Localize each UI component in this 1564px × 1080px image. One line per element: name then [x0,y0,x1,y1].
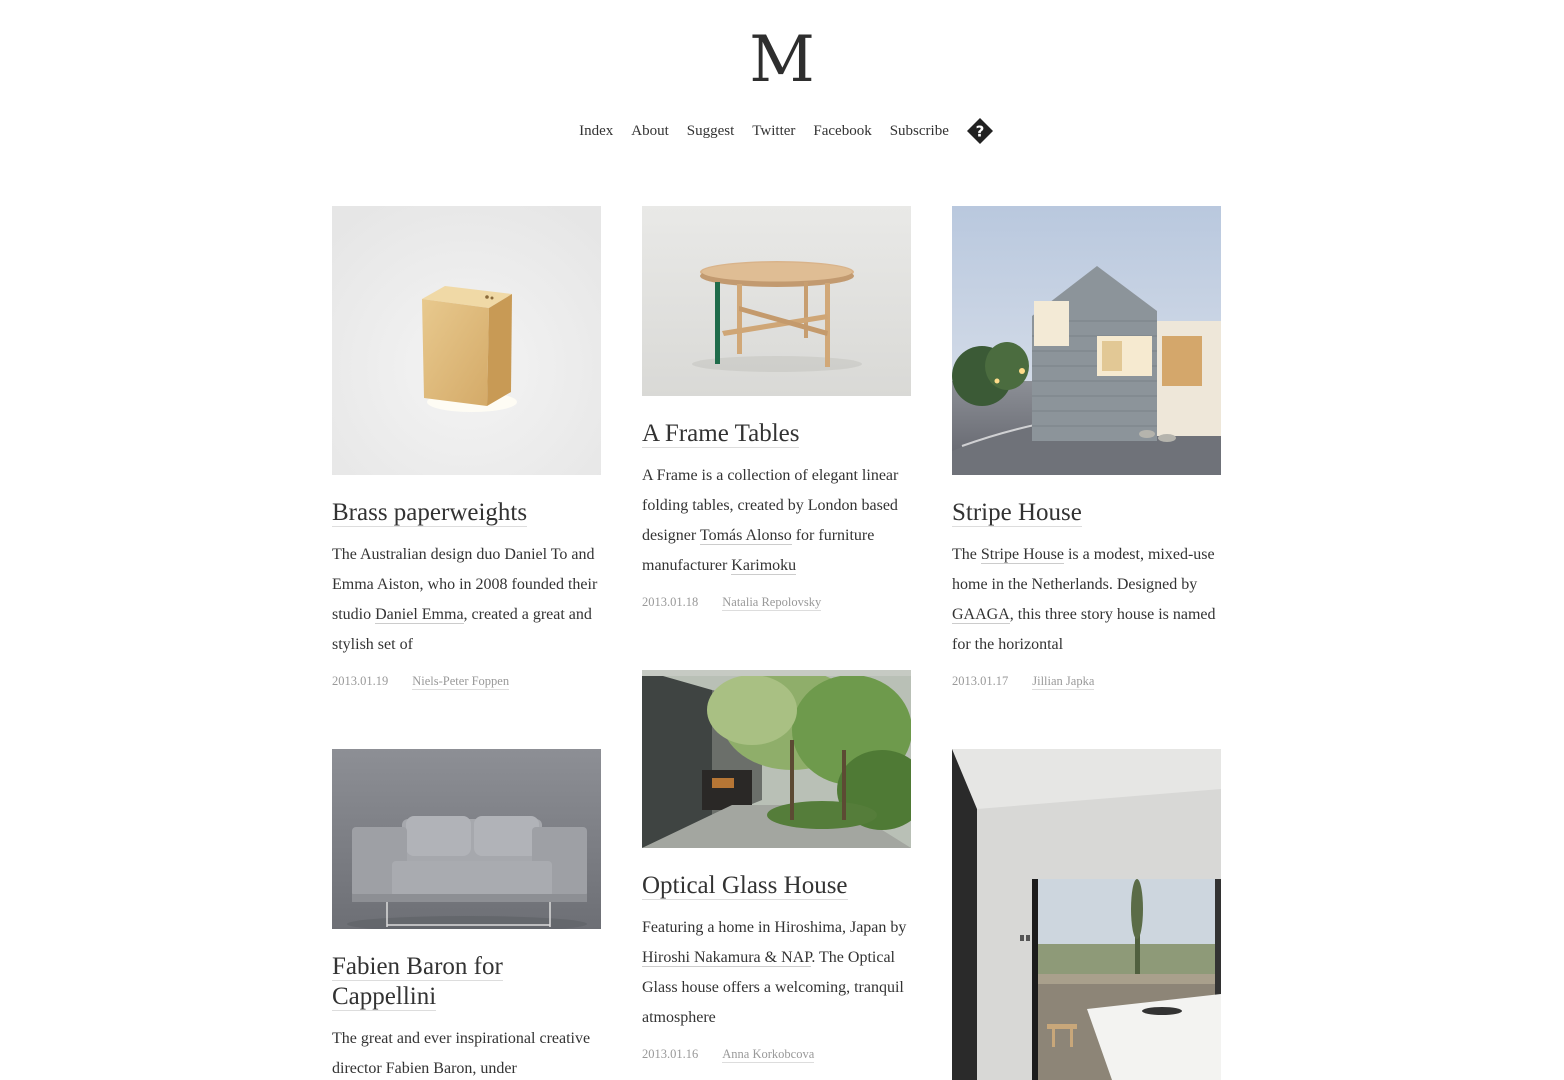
post-date: 2013.01.17 [952,674,1009,688]
post-meta: 2013.01.17 Jillian Japka [952,674,1221,690]
post-meta: 2013.01.16 Anna Korkobcova [642,1047,911,1063]
post-card-brass-paperweights: Brass paperweights The Australian design… [332,206,601,690]
post-image-brass[interactable] [332,206,601,475]
post-author[interactable]: Anna Korkobcova [722,1047,815,1063]
post-image-stripe-house[interactable] [952,206,1221,475]
post-card-optical-glass-house: Optical Glass House Featuring a home in … [642,670,911,1063]
post-image-fabien-baron[interactable] [332,749,601,929]
post-title[interactable]: Fabien Baron for Cappellini [332,952,601,1012]
post-excerpt: The Australian design duo Daniel To and … [332,546,598,653]
post-excerpt: The Stripe House is a modest, mixed-use … [952,546,1216,653]
post-title[interactable]: A Frame Tables [642,419,911,449]
post-title[interactable]: Brass paperweights [332,498,601,528]
inline-link[interactable]: Daniel Emma [375,606,464,624]
post-author[interactable]: Niels-Peter Foppen [412,674,510,690]
inline-link[interactable]: Tomás Alonso [699,527,792,545]
post-excerpt: Featuring a home in Hiroshima, Japan by … [642,919,907,1026]
inline-link[interactable]: Stripe House [980,546,1064,564]
svg-text:?: ? [976,123,985,141]
post-image-interior[interactable] [952,749,1221,1080]
post-title[interactable]: Stripe House [952,498,1221,528]
post-card-a-frame-tables: A Frame Tables A Frame is a collection o… [642,206,911,611]
post-card-fabien-baron: Fabien Baron for Cappellini The great an… [332,749,601,1080]
inline-link[interactable]: Karimoku [731,557,797,575]
inline-link[interactable]: Hiroshi Nakamura & NAP [642,949,812,967]
nav-facebook[interactable]: Facebook [813,116,871,146]
post-author[interactable]: Jillian Japka [1032,674,1095,690]
post-author[interactable]: Natalia Repolovsky [722,595,822,611]
question-diamond-icon[interactable]: ? [966,117,994,145]
nav-twitter[interactable]: Twitter [752,116,795,146]
post-excerpt: The great and ever inspirational creativ… [332,1030,591,1077]
post-date: 2013.01.19 [332,674,389,688]
post-card-interior [952,749,1221,1080]
post-image-optical-glass[interactable] [642,670,911,848]
nav-suggest[interactable]: Suggest [687,116,735,146]
nav-subscribe[interactable]: Subscribe [890,116,949,146]
site-logo[interactable]: M [0,22,1564,98]
main-nav: Index About Suggest Twitter Facebook Sub… [0,116,1564,146]
nav-index[interactable]: Index [579,116,613,146]
post-title[interactable]: Optical Glass House [642,871,911,901]
post-meta: 2013.01.18 Natalia Repolovsky [642,595,911,611]
nav-about[interactable]: About [631,116,669,146]
inline-link[interactable]: GAAGA [952,606,1010,624]
post-image-a-frame[interactable] [642,206,911,396]
post-meta: 2013.01.19 Niels-Peter Foppen [332,674,601,690]
post-card-stripe-house: Stripe House The Stripe House is a modes… [952,206,1221,690]
post-date: 2013.01.16 [642,1047,699,1061]
post-date: 2013.01.18 [642,595,699,609]
post-excerpt: A Frame is a collection of elegant linea… [642,467,899,575]
